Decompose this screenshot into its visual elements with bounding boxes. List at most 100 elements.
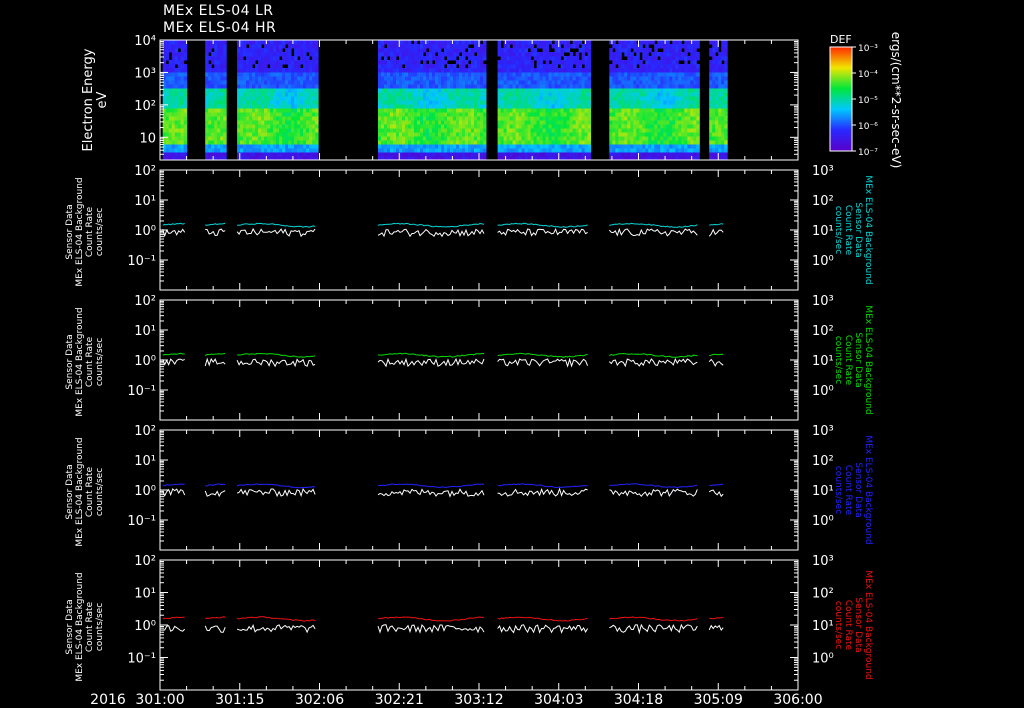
spectrogram-cell	[642, 64, 646, 69]
spectrogram-cell	[393, 132, 397, 137]
spectrogram-cell	[709, 60, 713, 65]
spectrogram-cell	[288, 100, 292, 105]
spectrogram-cell	[557, 84, 562, 89]
spectrogram-cell	[426, 124, 430, 129]
spectrogram-cell	[521, 100, 526, 105]
spectrogram-cell	[566, 104, 571, 109]
spectrogram-cell	[503, 60, 508, 65]
spectrogram-cell	[718, 88, 722, 93]
spectrogram-cell	[273, 68, 277, 73]
spectrogram-cell	[423, 116, 427, 121]
spectrogram-cell	[545, 52, 550, 57]
spectrogram-cell	[294, 56, 298, 61]
spectrogram-cell	[621, 60, 625, 65]
spectrogram-cell	[255, 124, 259, 129]
spectrogram-cell	[587, 68, 592, 73]
spectrogram-cell	[261, 56, 265, 61]
spectrogram-cell	[533, 108, 538, 113]
spectrogram-cell	[575, 72, 580, 77]
spectrogram-cell	[675, 96, 679, 101]
spectrogram-cell	[557, 68, 562, 73]
spectrogram-cell	[462, 44, 466, 49]
spectrogram-cell	[627, 84, 631, 89]
spectrogram-cell	[438, 148, 442, 153]
spectrogram-cell	[560, 40, 565, 45]
spectrogram-cell	[684, 84, 688, 89]
spectrogram-cell	[630, 64, 634, 69]
spectrogram-cell	[456, 100, 460, 105]
spectrogram-cell	[633, 44, 637, 49]
spectrogram-cell	[477, 48, 481, 53]
spectrogram-cell	[572, 140, 577, 145]
spectrogram-cell	[444, 44, 448, 49]
spectrogram-cell	[675, 128, 679, 133]
spectrogram-cell	[220, 120, 224, 125]
spectrogram-cell	[721, 104, 725, 109]
spectrogram-cell	[315, 136, 319, 141]
spectrogram-cell	[615, 60, 619, 65]
spectrogram-cell	[456, 124, 460, 129]
spectrogram-cell	[162, 40, 167, 45]
spectrogram-cell	[444, 128, 448, 133]
spectrogram-cell	[709, 108, 713, 113]
spectrogram-cell	[663, 144, 667, 149]
spectrogram-cell	[696, 100, 700, 105]
spectrogram-cell	[530, 108, 535, 113]
spectrogram-cell	[297, 48, 301, 53]
spectrogram-cell	[456, 52, 460, 57]
spectrogram-cell	[294, 68, 298, 73]
spectrogram-cell	[465, 84, 469, 89]
spectrogram-cell	[651, 64, 655, 69]
spectrogram-cell	[288, 104, 292, 109]
spectrogram-cell	[569, 88, 574, 93]
spectrogram-cell	[548, 92, 553, 97]
spectrogram-cell	[420, 112, 424, 117]
spectrogram-cell	[666, 128, 670, 133]
spectrogram-cell	[642, 116, 646, 121]
spectrogram-cell	[575, 88, 580, 93]
spectrogram-cell	[243, 108, 247, 113]
spectrogram-cell	[690, 64, 694, 69]
spectrogram-cell	[291, 124, 295, 129]
spectrogram-cell	[477, 116, 481, 121]
spectrogram-cell	[474, 92, 478, 97]
spectrogram-cell	[569, 96, 574, 101]
spectrogram-cell	[294, 108, 298, 113]
spectrogram-cell	[162, 92, 167, 97]
spectrogram-cell	[515, 112, 520, 117]
spectrogram-cell	[612, 104, 616, 109]
spectrogram-cell	[630, 92, 634, 97]
spectrogram-cell	[435, 68, 439, 73]
spectrogram-cell	[309, 72, 313, 77]
colorbar-tick-label: 10⁻⁷	[858, 148, 878, 158]
spectrogram-cell	[569, 52, 574, 57]
spectrogram-cell	[527, 72, 532, 77]
spectrogram-cell	[468, 152, 472, 157]
spectrogram-cell	[399, 132, 403, 137]
spectrogram-cell	[575, 56, 580, 61]
spectrogram-cell	[261, 100, 265, 105]
spectrogram-cell	[696, 80, 700, 85]
spectrogram-cell	[515, 88, 520, 93]
spectrogram-cell	[533, 52, 538, 57]
spectrogram-cell	[693, 68, 697, 73]
spectrogram-cell	[456, 96, 460, 101]
spectrogram-cell	[435, 56, 439, 61]
spectrogram-cell	[687, 68, 691, 73]
spectrogram-cell	[399, 148, 403, 153]
spectrogram-cell	[237, 80, 241, 85]
spectrogram-cell	[639, 140, 643, 145]
spectrogram-cell	[417, 100, 421, 105]
spectrogram-cell	[648, 108, 652, 113]
spectrogram-cell	[378, 128, 382, 133]
spectrogram-cell	[220, 64, 224, 69]
spectrogram-cell	[497, 52, 502, 57]
spectrogram-cell	[381, 136, 385, 141]
spectrogram-cell	[536, 108, 541, 113]
spectrogram-cell	[220, 56, 224, 61]
spectrogram-cell	[718, 104, 722, 109]
spectrogram-cell	[217, 60, 221, 65]
spectrogram-cell	[180, 112, 185, 117]
spectrogram-cell	[506, 96, 511, 101]
spectrogram-cell	[621, 48, 625, 53]
